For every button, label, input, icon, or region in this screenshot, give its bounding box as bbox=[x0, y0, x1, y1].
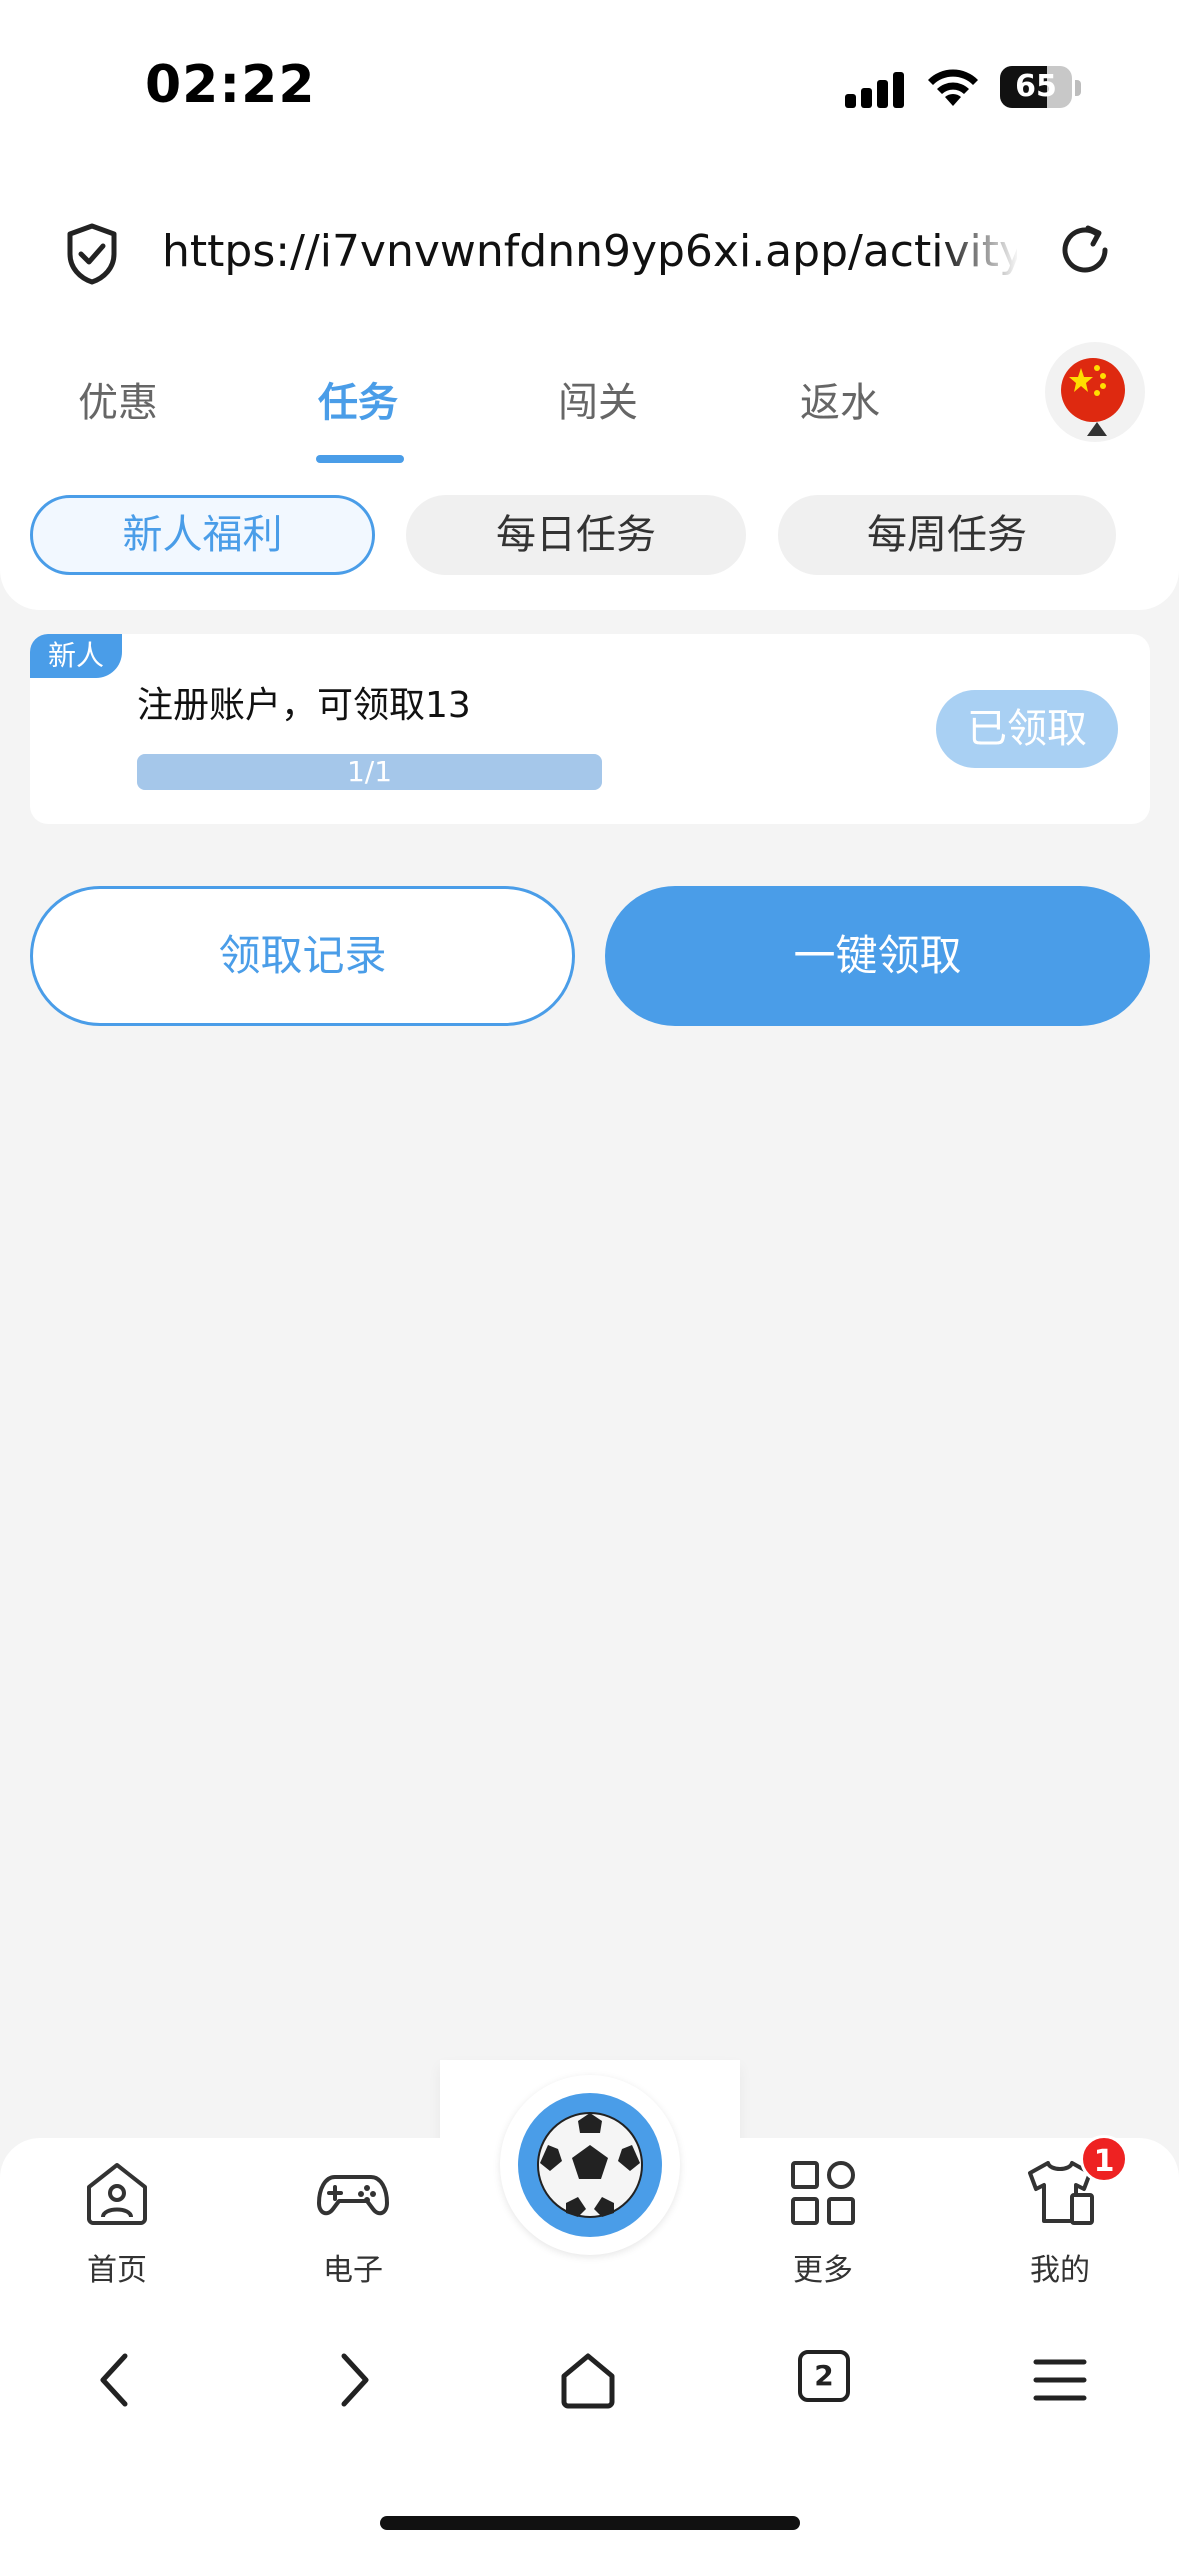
notification-badge: 1 bbox=[1080, 2135, 1128, 2183]
nav-electronic[interactable]: 电子 bbox=[283, 2155, 423, 2289]
task-progress-bar: 1/1 bbox=[137, 754, 602, 790]
home-indicator[interactable] bbox=[380, 2516, 800, 2530]
task-title: 注册账户，可领取13 bbox=[137, 685, 471, 726]
activity-header: 优惠 任务 闯关 返水 新人福利 每日任务 每周任务 bbox=[0, 320, 1179, 610]
task-progress-text: 1/1 bbox=[346, 755, 393, 788]
battery-level: 65 bbox=[1015, 69, 1057, 104]
claim-all-button[interactable]: 一键领取 bbox=[605, 886, 1150, 1026]
subtab-daily[interactable]: 每日任务 bbox=[406, 495, 746, 575]
home-icon bbox=[87, 2163, 147, 2225]
shield-check-icon[interactable] bbox=[64, 222, 120, 286]
forward-icon[interactable] bbox=[320, 2348, 384, 2412]
language-dropdown-icon bbox=[1087, 422, 1107, 436]
nav-mine-label: 我的 bbox=[1030, 2253, 1090, 2288]
reload-icon[interactable] bbox=[1055, 220, 1115, 280]
subtab-weekly[interactable]: 每周任务 bbox=[778, 495, 1116, 575]
claim-record-button[interactable]: 领取记录 bbox=[30, 886, 575, 1026]
address-bar[interactable]: https://i7vnvwnfdnn9yp6xi.app/activity?k… bbox=[0, 170, 1179, 320]
nav-electronic-label: 电子 bbox=[323, 2253, 383, 2288]
nav-more[interactable]: 更多 bbox=[753, 2155, 893, 2289]
nav-home-label: 首页 bbox=[87, 2253, 147, 2288]
china-flag-icon bbox=[1061, 358, 1125, 422]
status-bar: 02:22 65 bbox=[0, 0, 1179, 170]
new-badge: 新人 bbox=[30, 634, 122, 678]
cellular-signal-icon bbox=[845, 68, 905, 108]
nav-more-label: 更多 bbox=[793, 2253, 853, 2288]
tab-offers[interactable]: 优惠 bbox=[78, 370, 158, 428]
tabs-count-button[interactable]: 2 bbox=[798, 2350, 850, 2402]
tab-tasks[interactable]: 任务 bbox=[318, 370, 398, 428]
url-fade bbox=[940, 210, 1020, 290]
status-time: 02:22 bbox=[145, 55, 316, 115]
nav-home[interactable]: 首页 bbox=[47, 2155, 187, 2289]
task-card: 新人 注册账户，可领取13 1/1 已领取 bbox=[30, 634, 1150, 824]
subtab-newcomer[interactable]: 新人福利 bbox=[30, 495, 375, 575]
menu-icon[interactable] bbox=[1028, 2348, 1092, 2412]
soccer-ball-icon bbox=[537, 2112, 643, 2218]
wifi-icon bbox=[928, 69, 978, 106]
url-text[interactable]: https://i7vnvwnfdnn9yp6xi.app/activity?k… bbox=[162, 226, 1017, 277]
battery-nub bbox=[1075, 80, 1081, 96]
grid-icon bbox=[791, 2161, 855, 2225]
sports-button-ring bbox=[518, 2093, 662, 2237]
battery-icon: 65 bbox=[1000, 66, 1072, 108]
claimed-button[interactable]: 已领取 bbox=[936, 690, 1118, 768]
active-tab-indicator bbox=[316, 455, 404, 463]
tab-challenge[interactable]: 闯关 bbox=[558, 370, 638, 428]
home-tab-icon[interactable] bbox=[556, 2348, 620, 2412]
tab-rebate[interactable]: 返水 bbox=[800, 370, 880, 428]
gamepad-icon bbox=[317, 2175, 389, 2216]
nav-sports[interactable] bbox=[500, 2075, 680, 2255]
back-icon[interactable] bbox=[85, 2348, 149, 2412]
